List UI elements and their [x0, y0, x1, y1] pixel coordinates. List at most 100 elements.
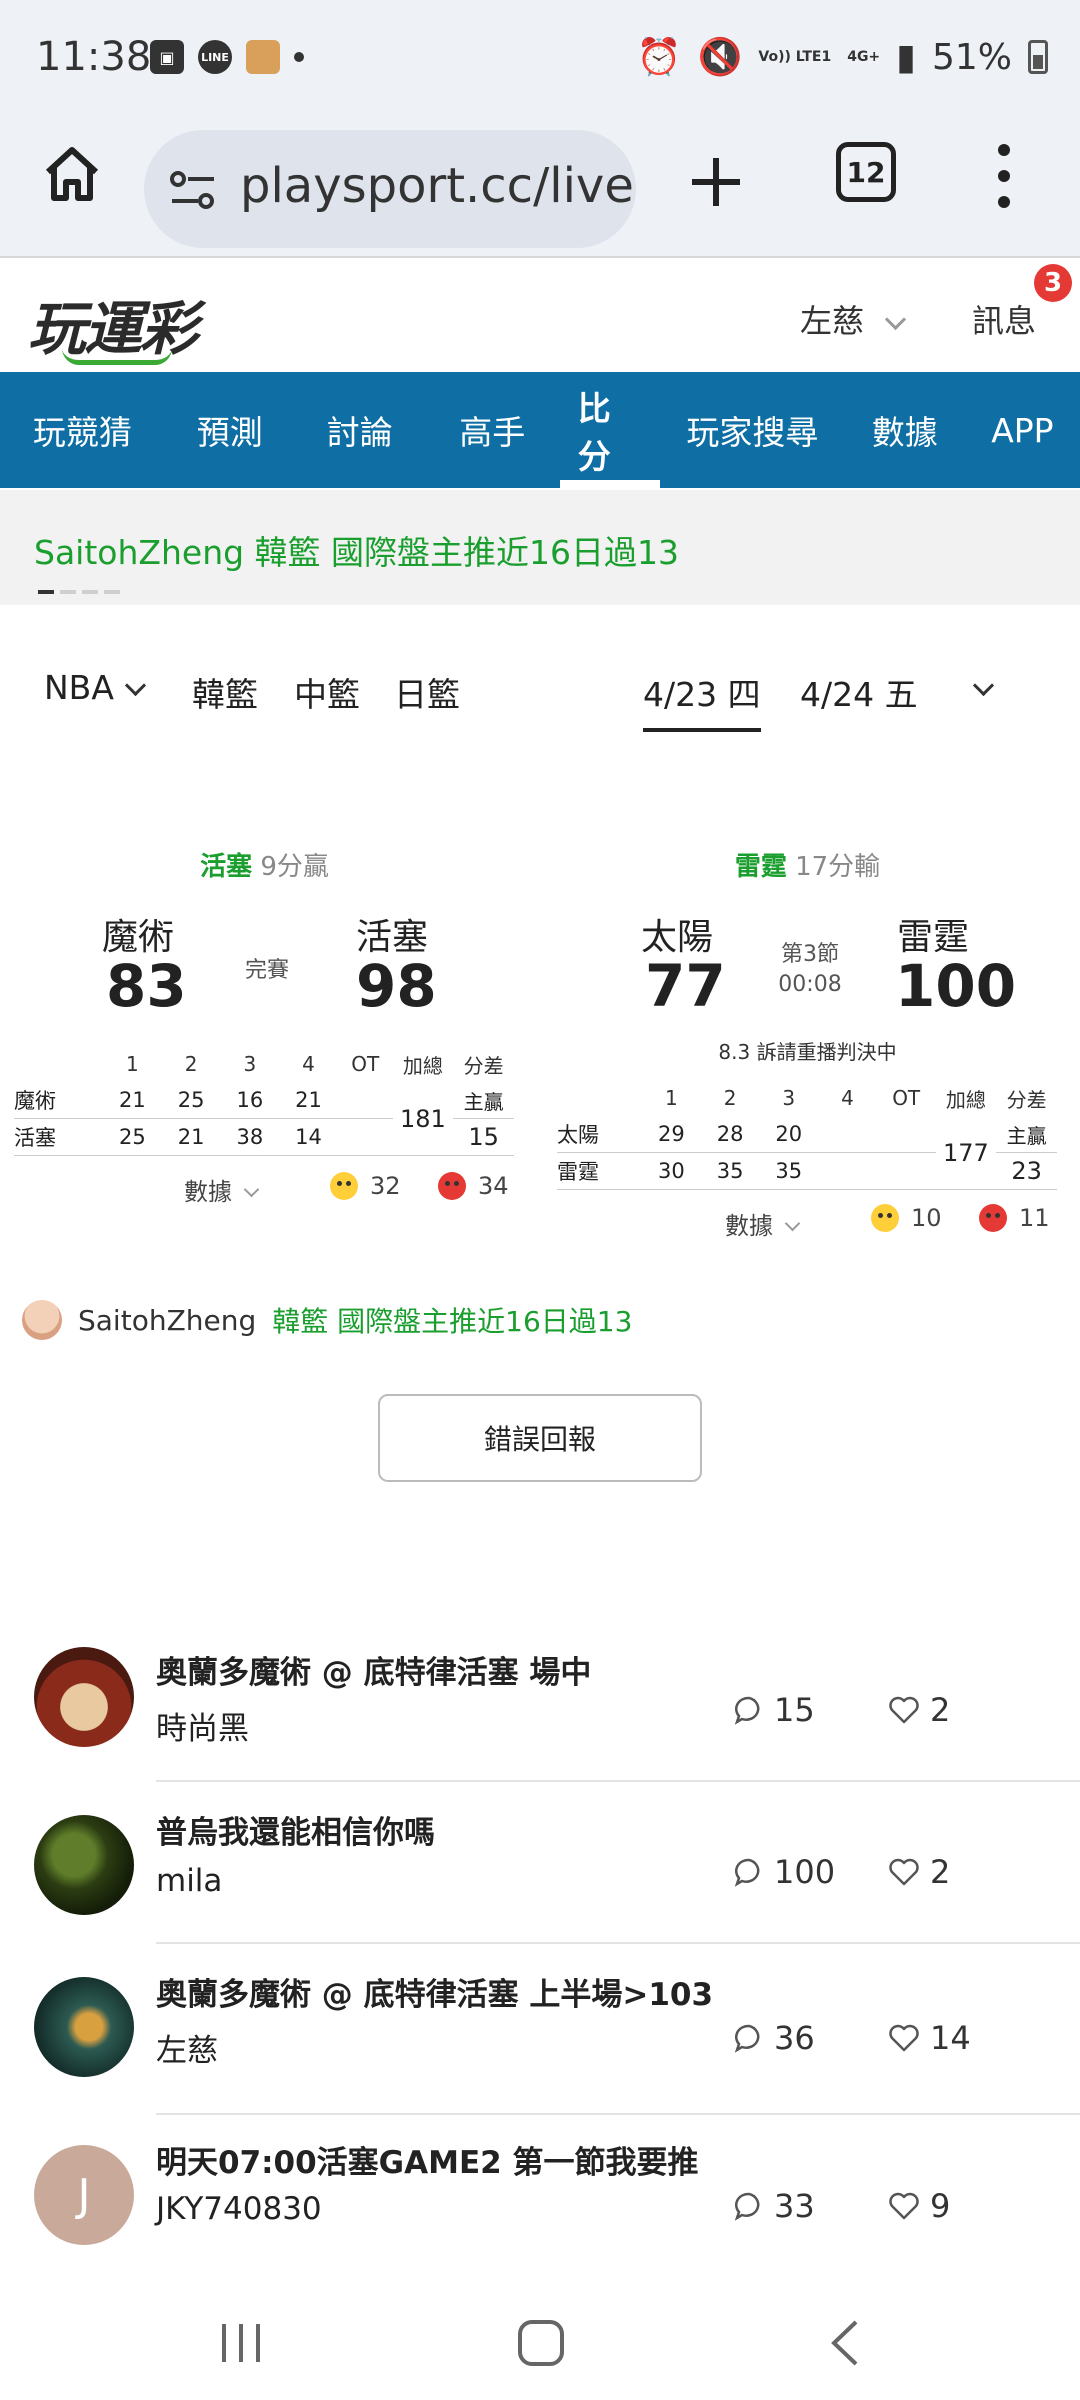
comment-icon — [734, 1696, 760, 1725]
main-nav: 玩競猜 預測 討論 高手 比分 玩家搜尋 數據 APP — [0, 372, 1080, 488]
site-header: 玩運彩 左慈 訊息 — [0, 258, 1080, 372]
promo-ticker[interactable]: SaitohZheng 韓籃 國際盤主推近16日過13 — [0, 490, 1080, 605]
discussion-author[interactable]: mila — [156, 1863, 222, 1899]
chevron-down-icon — [784, 1215, 801, 1232]
volte-icon: Vo)) LTE1 — [758, 49, 832, 65]
spread-label: 主贏 — [453, 1082, 514, 1119]
home-button-icon[interactable] — [516, 2318, 566, 2368]
like-count: 2 — [888, 1691, 950, 1729]
home-icon[interactable] — [40, 142, 104, 206]
league-china[interactable]: 中籃 — [294, 668, 360, 716]
league-date-filters: NBA 韓籃 中籃 日籃 4/23 四 4/24 五 — [0, 660, 1080, 732]
user-name: 左慈 — [800, 302, 865, 340]
new-tab-icon[interactable] — [688, 154, 744, 210]
nav-item-experts[interactable]: 高手 — [425, 372, 560, 488]
poster-note[interactable]: 韓籃 國際盤主推近16日過13 — [272, 1300, 632, 1340]
angry-face-icon — [979, 1204, 1007, 1232]
discussion-author[interactable]: JKY740830 — [156, 2191, 322, 2227]
poster-name[interactable]: SaitohZheng — [78, 1304, 256, 1337]
avatar — [34, 1977, 134, 2077]
home-team-score: 100 — [895, 952, 1017, 1020]
browser-menu-icon[interactable] — [990, 144, 1018, 208]
divider — [156, 2113, 1080, 2115]
chevron-down-icon — [243, 1181, 260, 1198]
url-bar[interactable]: playsport.cc/lives — [144, 130, 636, 248]
nav-item-scores[interactable]: 比分 — [559, 372, 661, 488]
table-row: 太陽 29 28 20 177 主贏 — [557, 1116, 1057, 1190]
site-settings-icon[interactable] — [168, 168, 218, 212]
discussion-title[interactable]: 奧蘭多魔術 @ 底特律活塞 場中 — [156, 1647, 591, 1692]
date-tab-tomorrow[interactable]: 4/24 五 — [800, 668, 918, 716]
league-japan[interactable]: 日籃 — [394, 668, 460, 716]
like-count: 2 — [888, 1853, 950, 1891]
nav-item-data[interactable]: 數據 — [845, 372, 965, 488]
chevron-down-icon — [124, 674, 147, 697]
alarm-icon: ⏰ — [636, 37, 682, 78]
heart-icon — [889, 2192, 919, 2220]
box-score-table: 1 2 3 4 OT 加總 分差 太陽 29 28 20 177 主贏 雷霆 30… — [557, 1080, 1057, 1190]
date-tab-today[interactable]: 4/23 四 — [643, 668, 761, 732]
avatar — [34, 1815, 134, 1915]
ticker-pagination — [38, 590, 120, 594]
heart-icon — [889, 1696, 919, 1724]
user-menu[interactable]: 左慈 — [800, 296, 907, 342]
league-korea[interactable]: 韓籃 — [192, 668, 258, 716]
money-reaction[interactable]: 32 — [330, 1172, 401, 1200]
lead-desc: 17分輸 — [795, 852, 881, 882]
avatar: J — [34, 2145, 134, 2245]
data-link[interactable]: 數據 — [725, 1206, 801, 1241]
discussion-title[interactable]: 奧蘭多魔術 @ 底特律活塞 上半場>103 — [156, 1969, 713, 2014]
heart-icon — [889, 1858, 919, 1886]
logo-swoosh — [62, 348, 172, 365]
home-team-score: 98 — [356, 952, 437, 1020]
nav-item-app[interactable]: APP — [965, 372, 1080, 488]
featured-poster[interactable]: SaitohZheng 韓籃 國際盤主推近16日過13 — [22, 1300, 632, 1340]
game-clock: 00:08 — [778, 972, 842, 997]
nav-item-discuss[interactable]: 討論 — [295, 372, 425, 488]
nav-item-guess[interactable]: 玩競猜 — [0, 372, 165, 488]
avatar — [22, 1300, 62, 1340]
system-icons: ⏰ 🔇 Vo)) LTE1 4G+ ▮ 51% — [637, 36, 1048, 78]
divider — [156, 1942, 1080, 1944]
away-team-score: 83 — [106, 952, 187, 1020]
signal-icon: ▮ — [896, 36, 916, 78]
back-icon[interactable] — [826, 2318, 862, 2368]
lead-team: 活塞 — [200, 852, 253, 882]
league-select[interactable]: NBA — [44, 668, 147, 707]
nav-item-player-search[interactable]: 玩家搜尋 — [660, 372, 845, 488]
game-card[interactable]: 雷霆 17分輸 太陽 77 第3節 00:08 雷霆 100 8.3 訴請重播判… — [555, 840, 1060, 1240]
discussion-author[interactable]: 左慈 — [156, 2025, 218, 2070]
ticker-text[interactable]: SaitohZheng 韓籃 國際盤主推近16日過13 — [34, 526, 679, 574]
spread-value: 23 — [996, 1152, 1057, 1190]
angry-face-icon — [438, 1172, 466, 1200]
money-reaction[interactable]: 10 — [871, 1204, 942, 1232]
messages-link[interactable]: 訊息 — [972, 296, 1036, 342]
angry-reaction[interactable]: 11 — [979, 1204, 1050, 1232]
status-time: 11:38 — [36, 34, 152, 80]
replay-review-note: 8.3 訴請重播判決中 — [718, 1040, 897, 1064]
box-score-table: 1 2 3 4 OT 加總 分差 魔術 21 25 16 21 181 主贏 活塞 … — [14, 1046, 514, 1156]
game-period: 第3節 — [781, 942, 839, 967]
money-face-icon — [871, 1204, 899, 1232]
comment-count: 100 — [734, 1853, 835, 1891]
error-report-button[interactable]: 錯誤回報 — [378, 1394, 702, 1482]
status-bar: 11:38 ▣ LINE ⏰ 🔇 Vo)) LTE1 4G+ ▮ 51% — [0, 0, 1080, 120]
data-link[interactable]: 數據 — [184, 1172, 260, 1207]
browser-toolbar: playsport.cc/lives 12 — [0, 120, 1080, 258]
discussion-title[interactable]: 普烏我還能相信你嗎 — [156, 1807, 435, 1852]
discussion-title[interactable]: 明天07:00活塞GAME2 第一節我要推 — [156, 2137, 699, 2182]
tab-switcher-button[interactable]: 12 — [836, 142, 896, 202]
angry-reaction[interactable]: 34 — [438, 1172, 509, 1200]
battery-percent: 51% — [931, 36, 1012, 78]
discussion-author[interactable]: 時尚黑 — [156, 1703, 249, 1748]
recent-apps-icon[interactable] — [216, 2320, 266, 2366]
game-card[interactable]: 活塞 9分贏 魔術 83 完賽 活塞 98 1 2 3 4 OT 加總 分差 魔… — [12, 840, 517, 1240]
date-dropdown[interactable] — [972, 668, 995, 707]
url-text[interactable]: playsport.cc/lives — [240, 158, 636, 214]
money-face-icon — [330, 1172, 358, 1200]
nav-item-predict[interactable]: 預測 — [165, 372, 295, 488]
game-lead: 活塞 9分贏 — [12, 846, 517, 883]
total-score: 181 — [392, 1082, 454, 1156]
game-status: 完賽 — [244, 958, 289, 983]
chevron-down-icon — [884, 308, 907, 330]
